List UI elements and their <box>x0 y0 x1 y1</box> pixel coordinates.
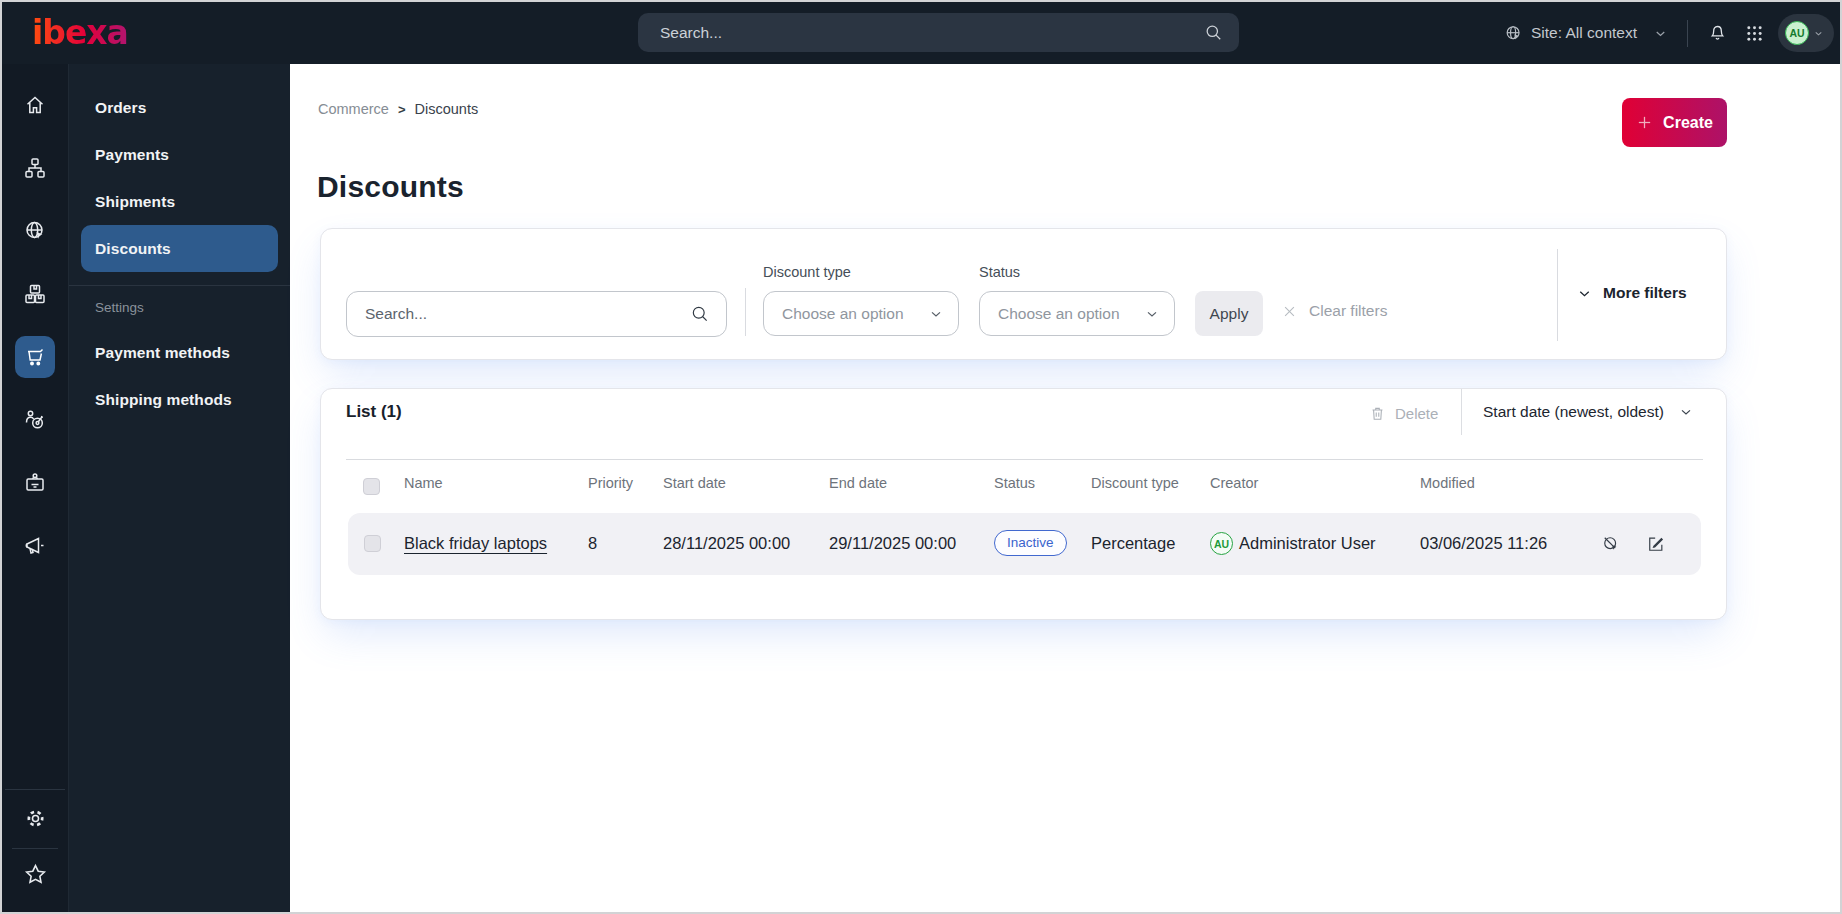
commerce-cart-icon[interactable] <box>15 336 55 378</box>
column-header-end-date[interactable]: End date <box>829 475 887 491</box>
sort-dropdown[interactable]: Start date (newest, oldest) <box>1483 403 1694 421</box>
list-card: List (1) Delete Start date (newest, olde… <box>320 388 1727 620</box>
list-header-divider <box>1461 389 1462 435</box>
filter-divider-right <box>1557 249 1558 341</box>
filter-search-input[interactable]: Search... <box>346 291 727 337</box>
personalization-target-icon[interactable] <box>15 399 55 441</box>
status-select[interactable]: Choose an option <box>979 291 1175 336</box>
content-tree-icon[interactable] <box>15 147 55 189</box>
site-globe-icon[interactable] <box>15 210 55 252</box>
chevron-down-icon <box>1678 404 1694 420</box>
chevron-down-icon <box>1144 306 1160 322</box>
bookmarks-star-icon[interactable] <box>15 853 55 895</box>
row-discount-type: Percentage <box>1091 534 1175 553</box>
filter-divider <box>745 288 746 336</box>
column-header-status[interactable]: Status <box>994 475 1035 491</box>
menu-item-payments[interactable]: Payments <box>69 131 290 178</box>
chevron-down-icon <box>1576 285 1593 302</box>
create-button-label: Create <box>1663 114 1713 132</box>
icon-rail <box>2 64 68 912</box>
products-boxes-icon[interactable] <box>15 273 55 315</box>
notifications-bell-icon[interactable] <box>1707 23 1728 44</box>
top-bar-divider <box>1687 20 1688 47</box>
x-icon <box>1282 304 1297 319</box>
sort-dropdown-label: Start date (newest, oldest) <box>1483 403 1664 421</box>
avatar: AU <box>1785 21 1809 45</box>
marketing-megaphone-icon[interactable] <box>15 525 55 567</box>
customers-badge-icon[interactable] <box>15 462 55 504</box>
more-filters-label: More filters <box>1603 284 1687 302</box>
column-header-modified[interactable]: Modified <box>1420 475 1475 491</box>
globe-icon <box>1504 24 1523 43</box>
create-button[interactable]: Create <box>1622 98 1727 147</box>
ibexa-logo[interactable]: ibexa <box>32 13 128 52</box>
settings-gear-icon[interactable] <box>15 797 55 839</box>
page-title: Discounts <box>317 170 464 204</box>
menu-item-payment-methods[interactable]: Payment methods <box>69 329 290 376</box>
menu-item-orders[interactable]: Orders <box>69 84 290 131</box>
column-header-priority[interactable]: Priority <box>588 475 633 491</box>
table-row[interactable]: Black friday laptops 8 28/11/2025 00:00 … <box>348 513 1701 575</box>
global-search-input[interactable]: Search... <box>638 13 1239 52</box>
site-context-selector[interactable]: Site: All context <box>1504 24 1668 43</box>
preview-disabled-icon[interactable] <box>1601 534 1621 554</box>
main-content: Commerce > Discounts Create Discounts Se… <box>290 64 1840 912</box>
select-all-checkbox[interactable] <box>363 478 380 495</box>
row-creator: Administrator User <box>1239 534 1376 553</box>
row-end-date: 29/11/2025 00:00 <box>829 534 956 553</box>
discount-type-label: Discount type <box>763 264 851 280</box>
home-icon[interactable] <box>15 84 55 126</box>
row-priority: 8 <box>588 534 597 553</box>
discount-type-value: Choose an option <box>782 305 904 323</box>
column-header-creator[interactable]: Creator <box>1210 475 1258 491</box>
clear-filters-button[interactable]: Clear filters <box>1282 302 1387 320</box>
chevron-down-icon <box>928 306 944 322</box>
chevron-down-icon <box>1813 28 1824 39</box>
breadcrumb: Commerce > Discounts <box>318 101 478 117</box>
clear-filters-label: Clear filters <box>1309 302 1387 320</box>
filter-search-placeholder: Search... <box>365 305 427 323</box>
menu-item-discounts[interactable]: Discounts <box>81 225 278 272</box>
row-name-link[interactable]: Black friday laptops <box>404 534 547 553</box>
row-checkbox[interactable] <box>364 535 381 552</box>
delete-button-label: Delete <box>1395 405 1438 422</box>
more-filters-button[interactable]: More filters <box>1576 284 1687 302</box>
list-title: List (1) <box>346 402 402 422</box>
trash-icon <box>1369 405 1386 422</box>
menu-separator <box>69 285 290 286</box>
menu-item-shipping-methods[interactable]: Shipping methods <box>69 376 290 423</box>
top-bar-right: Site: All context AU <box>1504 2 1834 64</box>
global-search-placeholder: Search... <box>660 24 722 42</box>
status-label: Status <box>979 264 1020 280</box>
user-menu[interactable]: AU <box>1778 14 1834 52</box>
commerce-menu: Orders Payments Shipments Discounts Sett… <box>68 64 290 912</box>
list-separator <box>346 459 1703 460</box>
status-value: Choose an option <box>998 305 1120 323</box>
creator-avatar: AU <box>1210 532 1233 555</box>
menu-section-label: Settings <box>69 300 290 315</box>
breadcrumb-commerce[interactable]: Commerce <box>318 101 389 117</box>
edit-icon[interactable] <box>1646 534 1666 554</box>
app-grid-icon[interactable] <box>1746 25 1763 42</box>
app-window: ibexa Search... Site: All context <box>0 0 1842 914</box>
column-header-discount-type[interactable]: Discount type <box>1091 475 1179 491</box>
discount-type-select[interactable]: Choose an option <box>763 291 959 336</box>
top-bar: ibexa Search... Site: All context <box>2 2 1840 64</box>
breadcrumb-discounts[interactable]: Discounts <box>415 101 479 117</box>
status-badge: Inactive <box>994 530 1067 556</box>
row-modified: 03/06/2025 11:26 <box>1420 534 1547 553</box>
plus-icon <box>1636 114 1653 131</box>
site-context-label: Site: All context <box>1531 24 1637 42</box>
delete-button[interactable]: Delete <box>1369 405 1438 422</box>
apply-button[interactable]: Apply <box>1195 291 1263 336</box>
search-icon <box>690 304 710 324</box>
column-header-start-date[interactable]: Start date <box>663 475 726 491</box>
chevron-down-icon <box>1653 26 1668 41</box>
breadcrumb-separator: > <box>398 102 406 117</box>
search-icon <box>1204 23 1223 42</box>
column-header-name[interactable]: Name <box>404 475 443 491</box>
menu-item-shipments[interactable]: Shipments <box>69 178 290 225</box>
filters-card: Search... Discount type Choose an option… <box>320 228 1727 360</box>
row-start-date: 28/11/2025 00:00 <box>663 534 790 553</box>
